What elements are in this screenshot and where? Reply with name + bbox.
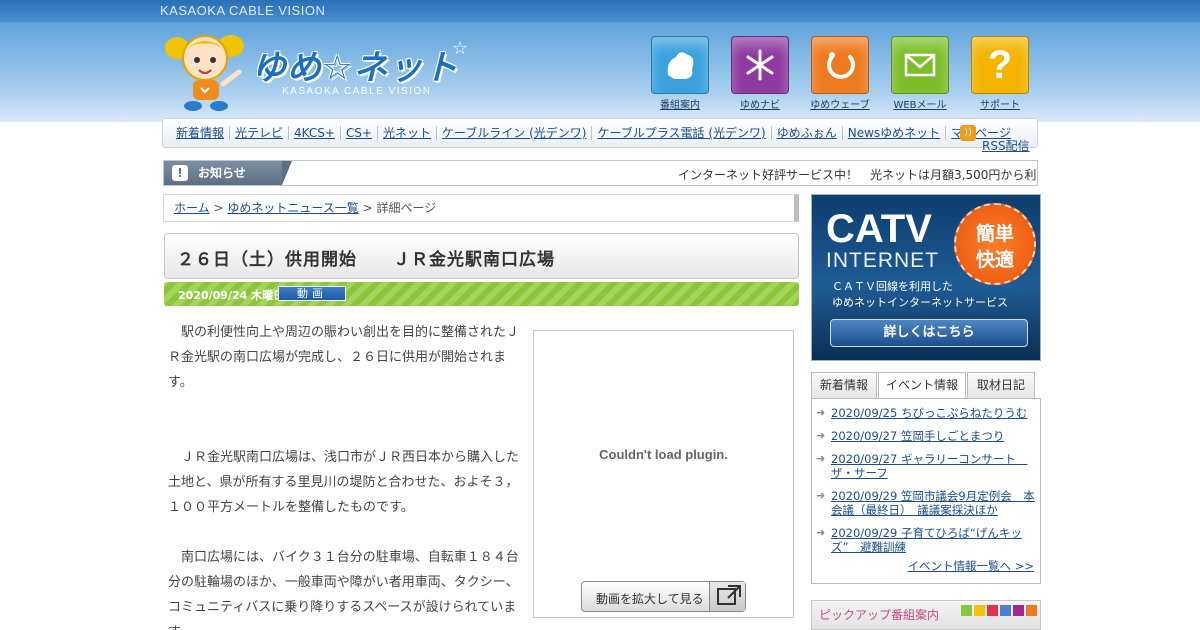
nav-yume-wave[interactable]: ゆめウェーブ — [810, 36, 870, 111]
nav-support[interactable]: ? サポート — [970, 36, 1030, 111]
list-item[interactable]: ➜ 2020/09/27 笠岡手しごとまつり — [816, 429, 1036, 443]
list-item[interactable]: ➜ 2020/09/25 ちびっこぷらねたりうむ — [816, 406, 1036, 420]
rss-link[interactable]: RSS配信 — [982, 137, 1030, 154]
burst-badge: 簡単 快適 — [954, 203, 1036, 285]
plugin-error-message: Couldn't load plugin. — [599, 447, 728, 462]
program-guide-icon — [651, 36, 709, 94]
article-date-bar: 2020/09/24 木曜日 動画 — [164, 282, 799, 306]
gnav-item-cs[interactable]: CS+ — [339, 126, 377, 140]
info-tabs: 新着情報 イベント情報 取材日記 — [811, 372, 1041, 400]
list-item[interactable]: ➜ 2020/09/29 笠岡市議会9月定例会 本会議（最終日） 議議案採決ほか — [816, 489, 1036, 517]
global-nav: 新着情報 光テレビ 4KCS+ CS+ 光ネット ケーブルライン (光デンワ) … — [162, 118, 1038, 148]
article-paragraph: 南口広場には、バイク３１台分の駐車場、自転車１８４台分の駐輪場のほか、一般車両や… — [168, 550, 519, 630]
list-item[interactable]: ➜ 2020/09/29 子育てひろば“げんキッズ” 避難訓練 — [816, 526, 1036, 554]
catv-internet-banner[interactable]: CATV INTERNET 簡単 快適 ＣＡＴＶ回線を利用した ゆめネットインタ… — [811, 194, 1041, 361]
gnav-item-4kcs[interactable]: 4KCS+ — [288, 126, 340, 140]
notice-bar: お知らせ ! インターネット好評サービス中！ 光ネットは月額3,500円から利用 — [163, 160, 1038, 186]
nav-program-guide[interactable]: 番組案内 — [650, 36, 710, 111]
arrow-right-icon: ➜ — [816, 489, 826, 502]
header: ゆめ☆ネット KASAOKA CABLE VISION ☆ 番組案内 ゆめナビ … — [0, 22, 1200, 122]
banner-subtitle: INTERNET — [826, 249, 939, 272]
gnav-item-cable-plus[interactable]: ケーブルプラス電話 (光デンワ) — [591, 126, 770, 140]
top-brand: KASAOKA CABLE VISION — [160, 3, 326, 18]
rss-icon[interactable]: )) — [960, 125, 976, 141]
article-paragraph: ＪＲ金光駅南口広場は、浅口市がＪＲ西日本から購入した土地と、県が所有する里見川の… — [168, 450, 520, 515]
arrow-right-icon: ➜ — [816, 452, 826, 465]
breadcrumb-news-list[interactable]: ゆめネットニュース一覧 — [227, 201, 358, 215]
pickup-programs-header: ピックアップ番組案内 — [811, 600, 1041, 630]
gnav-item-hikari-net[interactable]: 光ネット — [377, 126, 436, 140]
site-logo[interactable]: ゆめ☆ネット — [252, 40, 458, 89]
yume-navi-icon — [731, 36, 789, 94]
nav-web-mail[interactable]: WEBメール — [890, 36, 950, 111]
mascot-icon — [165, 35, 244, 111]
events-panel: ➜ 2020/09/25 ちびっこぷらねたりうむ ➜ 2020/09/27 笠岡手し… — [811, 398, 1041, 584]
gnav-item-hikari-tv[interactable]: 光テレビ — [229, 126, 288, 140]
video-player[interactable]: Couldn't load plugin. — [533, 330, 794, 618]
external-link-icon — [709, 582, 745, 611]
banner-details-button[interactable]: 詳しくはこちら — [830, 319, 1028, 347]
star-icon: ☆ — [452, 38, 469, 59]
expand-video-button[interactable]: 動画を拡大して見る — [581, 581, 746, 612]
gnav-item-news[interactable]: 新着情報 — [171, 126, 229, 140]
color-chip — [1026, 605, 1037, 616]
logo-subtitle: KASAOKA CABLE VISION — [282, 86, 432, 97]
article-paragraph: 駅の利便性向上や周辺の賑わい創出を目的に整備されたＪＲ金光駅の南口広場が完成し、… — [168, 325, 520, 390]
color-chip — [987, 605, 998, 616]
top-strip: KASAOKA CABLE VISION — [0, 0, 1200, 22]
tab-news[interactable]: 新着情報 — [811, 372, 877, 399]
notice-ticker[interactable]: インターネット好評サービス中！ 光ネットは月額3,500円から利用 — [678, 166, 1037, 183]
gnav-item-yumephone[interactable]: ゆめふぉん — [770, 126, 842, 140]
banner-title: CATV — [826, 207, 932, 251]
arrow-right-icon: ➜ — [816, 406, 826, 419]
color-chip — [1013, 605, 1024, 616]
color-chip — [1000, 605, 1011, 616]
color-chip — [961, 605, 972, 616]
events-more-link[interactable]: イベント情報一覧へ >> — [908, 558, 1034, 574]
exclamation-icon: ! — [172, 165, 188, 181]
gnav-item-news-yumenet[interactable]: Newsゆめネット — [841, 126, 945, 140]
article-title-box: ２６日（土）供用開始 ＪＲ金光駅南口広場 — [164, 233, 799, 279]
video-badge: 動画 — [278, 286, 346, 301]
breadcrumb-current: 詳細ページ — [376, 201, 437, 215]
pickup-title: ピックアップ番組案内 — [819, 608, 940, 622]
breadcrumb-home[interactable]: ホーム — [174, 201, 210, 215]
question-icon: ? — [971, 36, 1029, 94]
mail-icon — [891, 36, 949, 94]
gnav-item-cable-line[interactable]: ケーブルライン (光デンワ) — [436, 126, 591, 140]
arrow-right-icon: ➜ — [816, 526, 826, 539]
article-date: 2020/09/24 木曜日 — [178, 289, 285, 302]
nav-yume-navi[interactable]: ゆめナビ — [730, 36, 790, 111]
banner-description: ＣＡＴＶ回線を利用した ゆめネットインターネットサービス — [832, 280, 1008, 309]
tab-events[interactable]: イベント情報 — [878, 372, 966, 400]
list-item[interactable]: ➜ 2020/09/27 ギャラリーコンサート ザ・サーフ — [816, 452, 1036, 480]
arrow-right-icon: ➜ — [816, 429, 826, 442]
breadcrumb: ホーム > ゆめネットニュース一覧 > 詳細ページ — [163, 194, 799, 222]
color-chip — [974, 605, 985, 616]
article-body: 駅の利便性向上や周辺の賑わい創出を目的に整備されたＪＲ金光駅の南口広場が完成し、… — [168, 320, 522, 630]
page-title: ２６日（土）供用開始 ＪＲ金光駅南口広場 — [177, 250, 555, 270]
tab-report-diary[interactable]: 取材日記 — [967, 372, 1035, 399]
yume-wave-icon — [811, 36, 869, 94]
